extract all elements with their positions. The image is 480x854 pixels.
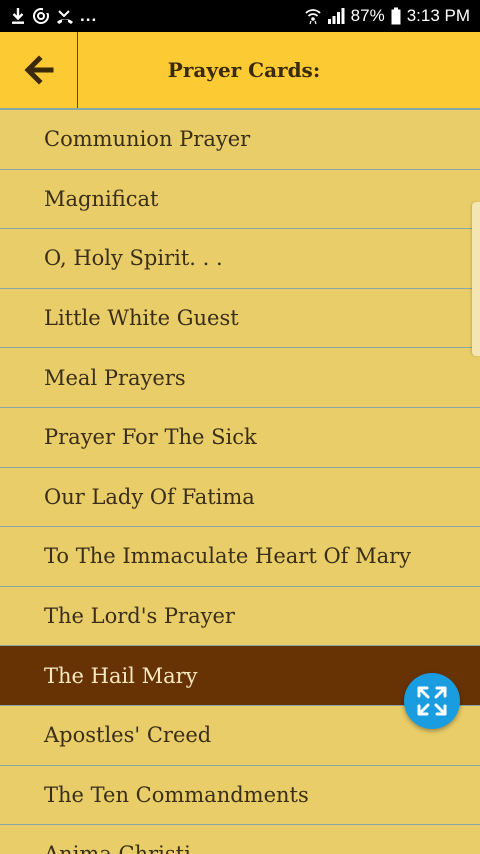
scrollbar-thumb[interactable] (472, 202, 480, 356)
list-item[interactable]: Prayer For The Sick (0, 408, 480, 468)
list-item[interactable]: The Ten Commandments (0, 766, 480, 826)
list-item-label: Communion Prayer (44, 127, 251, 152)
list-item-label: Anima Christi (44, 842, 191, 854)
expand-icon (417, 686, 447, 716)
prayer-list[interactable]: Communion Prayer Magnificat O, Holy Spirit… (0, 110, 480, 854)
battery-percent: 87% (350, 6, 385, 25)
list-item[interactable]: The Lord's Prayer (0, 587, 480, 647)
battery-icon (391, 7, 401, 25)
list-item-label: Prayer For The Sick (44, 425, 257, 450)
list-item-label: The Ten Commandments (44, 782, 309, 807)
list-item[interactable]: Little White Guest (0, 289, 480, 349)
sync-icon (33, 8, 49, 24)
notification-icons: ... (10, 6, 97, 26)
system-icons: 87% 3:13 PM (305, 6, 470, 26)
clock: 3:13 PM (406, 6, 470, 25)
download-icon (12, 8, 24, 24)
list-item[interactable]: Our Lady Of Fatima (0, 468, 480, 528)
back-arrow-icon (23, 55, 53, 85)
more-notifications-icon: ... (80, 6, 98, 25)
list-item[interactable]: Communion Prayer (0, 110, 480, 170)
list-item-label: Magnificat (44, 186, 159, 211)
list-item-label: The Lord's Prayer (44, 604, 235, 629)
list-item-label: Apostles' Creed (44, 723, 212, 748)
list-item[interactable]: Magnificat (0, 170, 480, 230)
status-bar: ... 87% 3:13 PM (0, 0, 480, 32)
list-item-label: Little White Guest (44, 306, 239, 331)
list-item-label: Meal Prayers (44, 365, 186, 390)
expand-button[interactable] (404, 673, 460, 729)
list-item[interactable]: Anima Christi (0, 825, 480, 854)
wifi-icon (305, 9, 321, 25)
app-bar: Prayer Cards: (0, 32, 480, 110)
list-item[interactable]: To The Immaculate Heart Of Mary (0, 527, 480, 587)
back-button[interactable] (0, 32, 78, 108)
list-item-label: Our Lady Of Fatima (44, 484, 255, 509)
list-item-label: The Hail Mary (44, 663, 198, 688)
page-title: Prayer Cards: (167, 58, 321, 82)
list-item[interactable]: O, Holy Spirit. . . (0, 229, 480, 289)
list-item-label: To The Immaculate Heart Of Mary (44, 544, 412, 569)
signal-icon (327, 8, 345, 24)
list-item[interactable]: Meal Prayers (0, 348, 480, 408)
list-item-label: O, Holy Spirit. . . (44, 246, 223, 271)
missed-call-icon (57, 10, 73, 24)
